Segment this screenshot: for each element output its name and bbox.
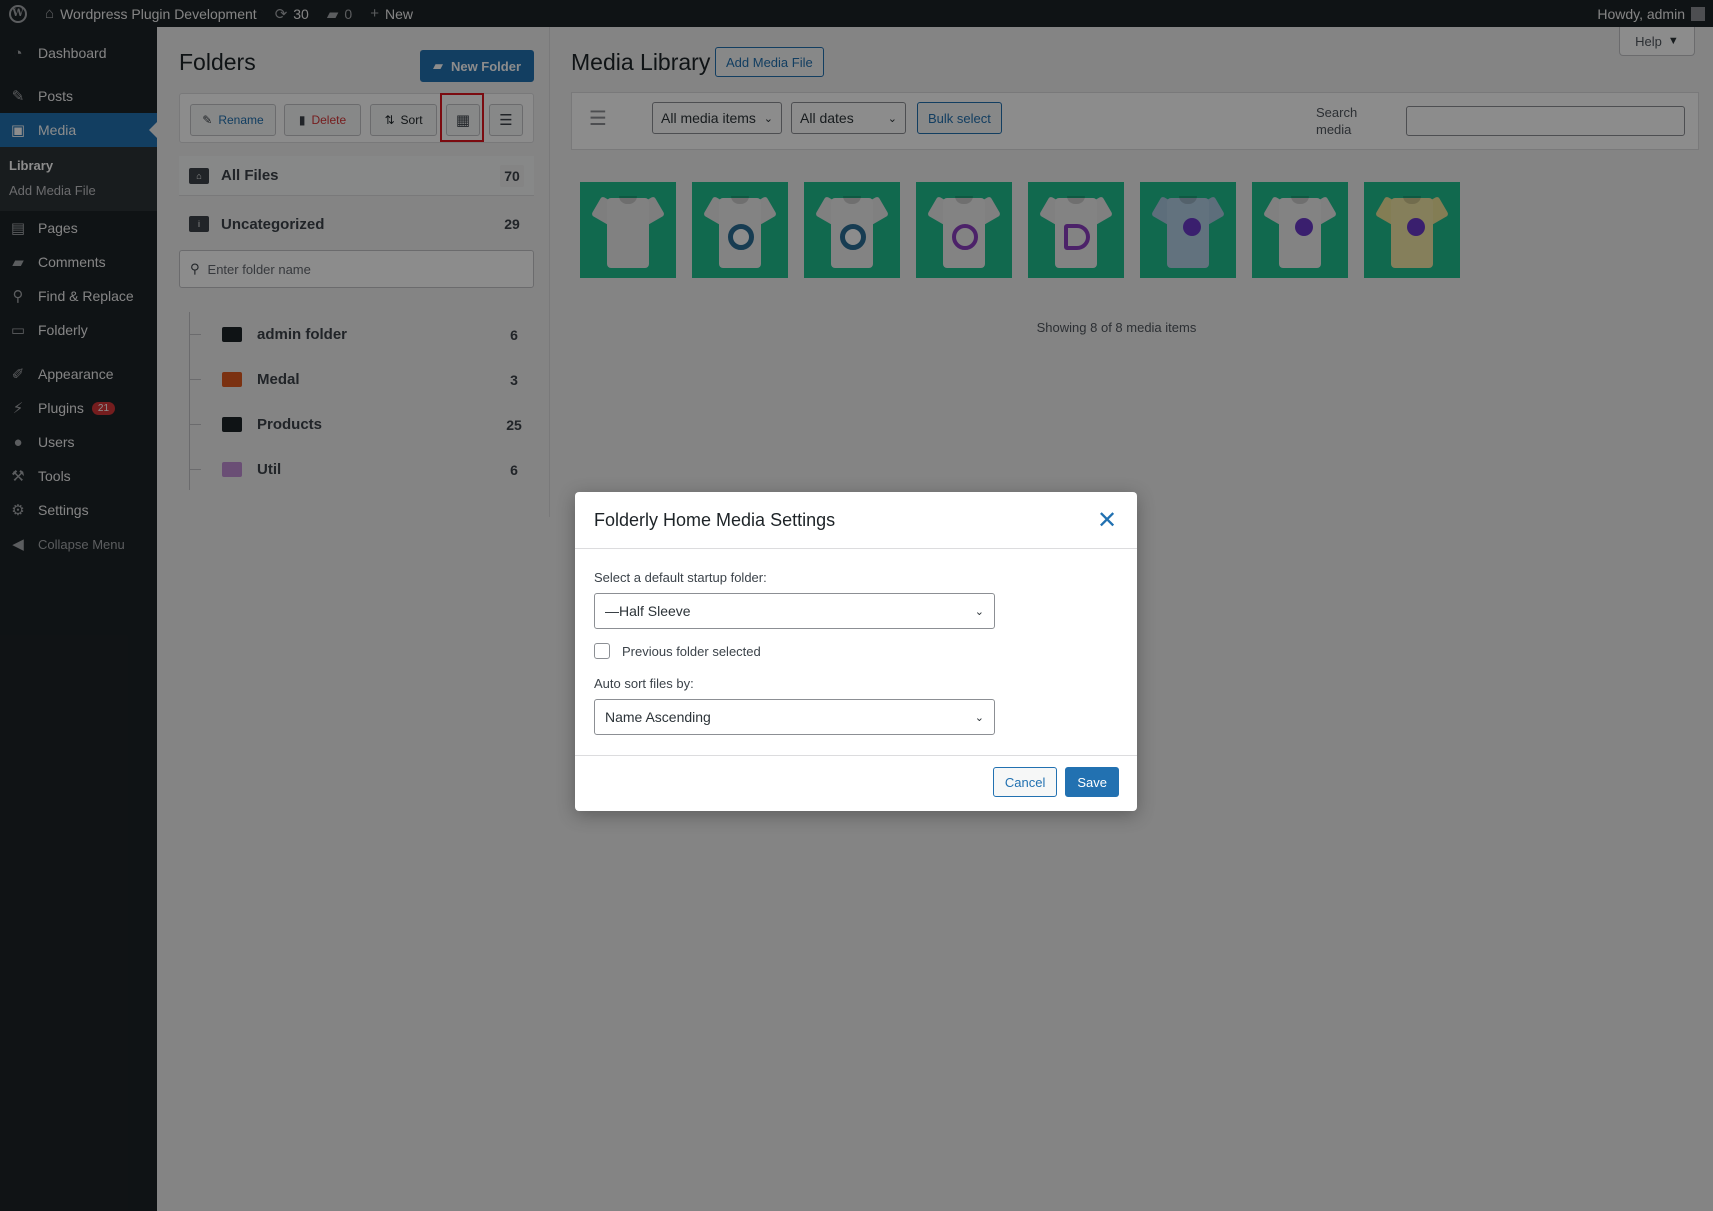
modal-header: Folderly Home Media Settings ✕	[575, 492, 1137, 549]
auto-sort-label: Auto sort files by:	[594, 676, 694, 691]
startup-folder-label: Select a default startup folder:	[594, 570, 767, 585]
modal-title: Folderly Home Media Settings	[594, 509, 836, 530]
settings-modal: Folderly Home Media Settings ✕ Select a …	[575, 492, 1137, 811]
previous-folder-label: Previous folder selected	[622, 643, 761, 659]
startup-folder-select[interactable]: —Half Sleeve ⌄	[594, 593, 995, 629]
auto-sort-select[interactable]: Name Ascending ⌄	[594, 699, 995, 735]
previous-folder-option[interactable]: Previous folder selected	[594, 643, 1118, 659]
auto-sort-value: Name Ascending	[605, 709, 711, 725]
cancel-button[interactable]: Cancel	[992, 767, 1058, 797]
startup-folder-value: —Half Sleeve	[605, 603, 691, 619]
chevron-down-icon: ⌄	[974, 605, 984, 618]
previous-folder-checkbox[interactable]	[594, 643, 610, 659]
chevron-down-icon: ⌄	[974, 711, 984, 724]
modal-footer: Cancel Save	[575, 756, 1137, 808]
modal-body: Select a default startup folder: —Half S…	[575, 549, 1137, 756]
save-button[interactable]: Save	[1065, 767, 1119, 797]
close-icon[interactable]: ✕	[1096, 507, 1118, 534]
